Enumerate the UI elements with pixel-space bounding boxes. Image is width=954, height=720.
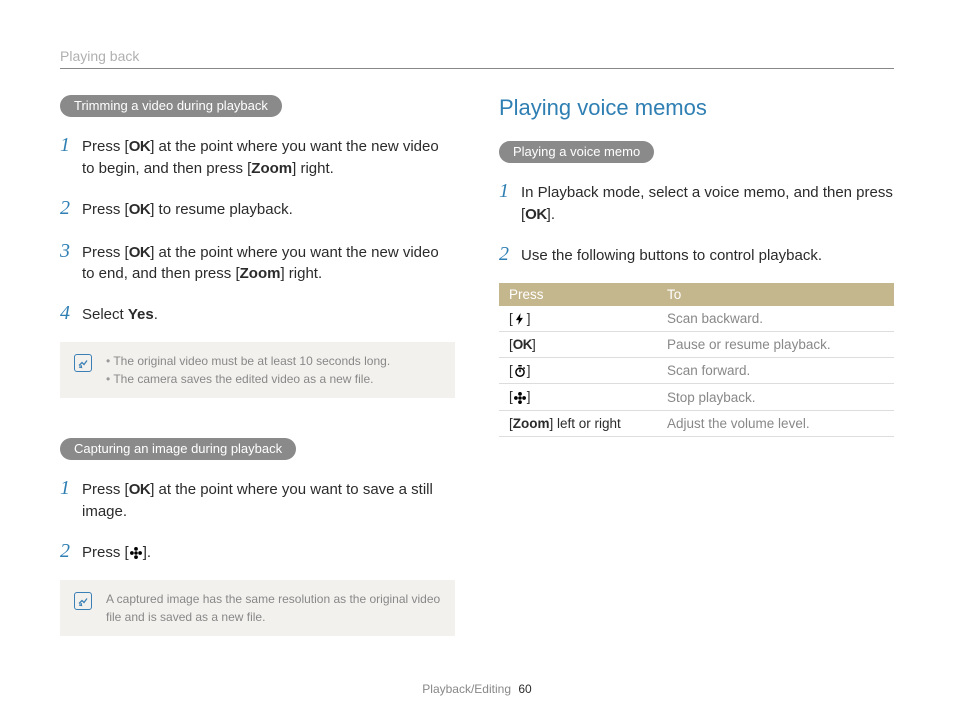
- step: 3Press [OK] at the point where you want …: [60, 237, 455, 286]
- step-text: Press [].: [82, 542, 455, 564]
- steps-capturing: 1Press [OK] at the point where you want …: [60, 474, 455, 566]
- step-number: 1: [60, 474, 82, 503]
- note-text: A captured image has the same resolution…: [106, 590, 441, 626]
- th-to: To: [657, 283, 894, 306]
- step-text: Press [OK] to resume playback.: [82, 199, 455, 221]
- pill-trimming: Trimming a video during playback: [60, 95, 282, 117]
- desc-cell: Pause or resume playback.: [657, 331, 894, 357]
- step: 1Press [OK] at the point where you want …: [60, 474, 455, 523]
- note-item: The original video must be at least 10 s…: [106, 352, 390, 370]
- desc-cell: Adjust the volume level.: [657, 410, 894, 436]
- page-number: 60: [518, 682, 531, 696]
- flower-icon: [513, 391, 527, 405]
- step-number: 1: [60, 131, 82, 160]
- step-text: Use the following buttons to control pla…: [521, 245, 894, 267]
- table-row: [OK]Pause or resume playback.: [499, 331, 894, 357]
- pill-voice-memo: Playing a voice memo: [499, 141, 654, 163]
- press-cell: []: [499, 306, 657, 332]
- step-text: Select Yes.: [82, 304, 455, 326]
- desc-cell: Scan backward.: [657, 306, 894, 332]
- table-row: []Scan forward.: [499, 357, 894, 383]
- press-cell: [Zoom] left or right: [499, 410, 657, 436]
- steps-trimming: 1Press [OK] at the point where you want …: [60, 131, 455, 328]
- divider: [60, 68, 894, 69]
- table-row: []Stop playback.: [499, 384, 894, 410]
- pill-capturing: Capturing an image during playback: [60, 438, 296, 460]
- steps-voice: 1In Playback mode, select a voice memo, …: [499, 177, 894, 269]
- step-number: 3: [60, 237, 82, 266]
- step-number: 4: [60, 299, 82, 328]
- press-cell: [OK]: [499, 331, 657, 357]
- footer-section: Playback/Editing: [422, 682, 511, 696]
- step: 2Press [].: [60, 537, 455, 566]
- step-number: 2: [60, 537, 82, 566]
- desc-cell: Stop playback.: [657, 384, 894, 410]
- desc-cell: Scan forward.: [657, 357, 894, 383]
- note-icon: [74, 354, 92, 372]
- note-item: The camera saves the edited video as a n…: [106, 370, 390, 388]
- right-column: Playing voice memos Playing a voice memo…: [499, 95, 894, 636]
- section-title: Playing voice memos: [499, 95, 894, 121]
- note-trimming: The original video must be at least 10 s…: [60, 342, 455, 398]
- flower-icon: [129, 546, 143, 560]
- timer-icon: [513, 364, 527, 378]
- step: 2Use the following buttons to control pl…: [499, 240, 894, 269]
- table-row: [Zoom] left or rightAdjust the volume le…: [499, 410, 894, 436]
- breadcrumb: Playing back: [60, 48, 894, 64]
- left-column: Trimming a video during playback 1Press …: [60, 95, 455, 636]
- note-capturing: A captured image has the same resolution…: [60, 580, 455, 636]
- step-number: 1: [499, 177, 521, 206]
- step-text: In Playback mode, select a voice memo, a…: [521, 182, 894, 226]
- step: 2Press [OK] to resume playback.: [60, 194, 455, 223]
- step-text: Press [OK] at the point where you want t…: [82, 136, 455, 180]
- press-cell: []: [499, 384, 657, 410]
- press-cell: []: [499, 357, 657, 383]
- controls-table: Press To []Scan backward.[OK]Pause or re…: [499, 283, 894, 437]
- step-number: 2: [60, 194, 82, 223]
- flash-icon: [513, 312, 527, 326]
- footer: Playback/Editing 60: [0, 682, 954, 696]
- note-icon: [74, 592, 92, 610]
- step: 1In Playback mode, select a voice memo, …: [499, 177, 894, 226]
- step-text: Press [OK] at the point where you want t…: [82, 242, 455, 286]
- step: 4Select Yes.: [60, 299, 455, 328]
- table-row: []Scan backward.: [499, 306, 894, 332]
- step-text: Press [OK] at the point where you want t…: [82, 479, 455, 523]
- step-number: 2: [499, 240, 521, 269]
- step: 1Press [OK] at the point where you want …: [60, 131, 455, 180]
- th-press: Press: [499, 283, 657, 306]
